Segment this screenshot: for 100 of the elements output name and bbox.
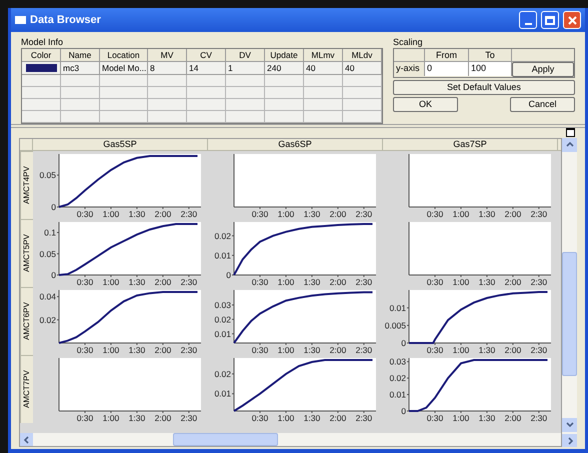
- table-cell: 40: [304, 62, 343, 75]
- tick-label: 1:00: [278, 413, 294, 423]
- set-default-values-button[interactable]: Set Default Values: [393, 80, 575, 95]
- column-header: CV: [187, 49, 226, 62]
- tick-label: 0.01: [214, 250, 231, 260]
- tick-label: 0.005: [384, 320, 406, 330]
- tick-label: 0: [226, 270, 231, 280]
- tick-label: 1:00: [102, 345, 120, 355]
- empty-cell: [304, 111, 343, 123]
- empty-cell: [61, 111, 100, 123]
- tick-label: 0:30: [76, 209, 94, 219]
- table-cell: 14: [187, 62, 226, 75]
- column-header: Gas6SP: [208, 139, 383, 151]
- empty-cell: [343, 99, 382, 111]
- tick-label: 2:30: [530, 345, 548, 355]
- tick-label: 1:30: [128, 277, 146, 287]
- tick-label: 2:00: [330, 209, 346, 219]
- table-cell: 1: [226, 62, 265, 75]
- table-cell: 40: [343, 62, 382, 75]
- tick-label: 2:00: [504, 345, 522, 355]
- tick-label: 0:30: [76, 277, 94, 287]
- minimize-button[interactable]: [519, 11, 537, 29]
- empty-cell: [100, 75, 148, 87]
- tick-label: 0: [51, 202, 56, 212]
- section-label: Scaling: [393, 36, 424, 48]
- empty-cell: [304, 75, 343, 87]
- tick-label: 0.03: [214, 300, 231, 310]
- scrollbar-thumb[interactable]: [173, 433, 278, 446]
- tick-label: 1:00: [278, 277, 294, 287]
- maximize-icon: [545, 16, 555, 24]
- empty-cell: [22, 99, 61, 111]
- empty-cell: [265, 75, 304, 87]
- apply-button[interactable]: Apply: [512, 62, 574, 77]
- empty-cell: [343, 87, 382, 99]
- tick-label: 0:30: [426, 277, 444, 287]
- tick-label: 1:30: [304, 209, 320, 219]
- tick-label: 2:00: [330, 413, 346, 423]
- tick-label: 0.02: [214, 314, 231, 324]
- tick-label: 0.02: [214, 230, 231, 241]
- tick-label: 1:00: [452, 413, 470, 423]
- table-cell: Model Mo...: [100, 62, 148, 75]
- column-header: From: [425, 49, 469, 62]
- tick-label: 0:30: [426, 345, 444, 355]
- close-icon: [568, 16, 576, 24]
- tick-label: 1:00: [278, 345, 294, 355]
- vertical-scrollbar[interactable]: [562, 138, 577, 447]
- empty-cell: [22, 75, 61, 87]
- tick-label: 2:30: [356, 209, 372, 219]
- from-field[interactable]: 0: [425, 62, 469, 76]
- tick-label: 0: [51, 270, 56, 280]
- column-header: DV: [226, 49, 265, 62]
- tick-label: 1:30: [128, 345, 146, 355]
- row-header: AMCT7PV: [20, 355, 33, 423]
- tick-label: 1:30: [128, 413, 146, 423]
- maximize-button[interactable]: [541, 11, 559, 29]
- to-field[interactable]: 100: [469, 62, 512, 76]
- column-header: MV: [148, 49, 187, 62]
- empty-cell: [265, 87, 304, 99]
- tick-label: 2:30: [180, 209, 198, 219]
- empty-cell: [148, 87, 187, 99]
- tick-label: 0: [401, 406, 406, 416]
- tick-label: 0.05: [39, 170, 56, 180]
- tick-label: 2:00: [154, 413, 172, 423]
- column-header: Update: [265, 49, 304, 62]
- scrollbar-thumb[interactable]: [562, 252, 577, 376]
- tick-label: 2:00: [154, 345, 172, 355]
- horizontal-scrollbar[interactable]: [20, 433, 562, 446]
- close-button[interactable]: [563, 11, 581, 29]
- empty-cell: [343, 111, 382, 123]
- cancel-button[interactable]: Cancel: [510, 97, 575, 112]
- tick-label: 1:30: [478, 277, 496, 287]
- column-header: Location: [100, 49, 148, 62]
- tick-label: 2:30: [180, 345, 198, 355]
- empty-cell: [304, 87, 343, 99]
- empty-cell: [148, 99, 187, 111]
- scroll-up-button[interactable]: [562, 138, 577, 152]
- empty-cell: [100, 111, 148, 123]
- empty-cell: [61, 99, 100, 111]
- tick-label: 1:30: [478, 345, 496, 355]
- column-header: Gas7SP: [383, 139, 558, 151]
- tick-label: 1:30: [128, 209, 146, 219]
- tick-label: 1:30: [304, 277, 320, 287]
- tick-label: 2:00: [154, 209, 172, 219]
- minimize-icon: [524, 23, 532, 25]
- tick-label: 0:30: [252, 277, 268, 287]
- tick-label: 2:30: [530, 413, 548, 423]
- row-header: AMCT5PV: [20, 219, 33, 287]
- chevron-icon: [564, 420, 575, 430]
- ok-button[interactable]: OK: [393, 97, 458, 112]
- scroll-right-button[interactable]: [562, 434, 577, 447]
- tick-label: 0.04: [39, 292, 56, 302]
- row-header: AMCT6PV: [20, 287, 33, 355]
- scroll-left-button[interactable]: [20, 433, 33, 446]
- tick-label: 2:30: [356, 345, 372, 355]
- tick-label: 2:00: [154, 277, 172, 287]
- empty-cell: [61, 75, 100, 87]
- scroll-down-button[interactable]: [562, 418, 577, 432]
- tick-label: 0.02: [39, 314, 56, 325]
- tick-label: 2:30: [180, 277, 198, 287]
- empty-cell: [100, 87, 148, 99]
